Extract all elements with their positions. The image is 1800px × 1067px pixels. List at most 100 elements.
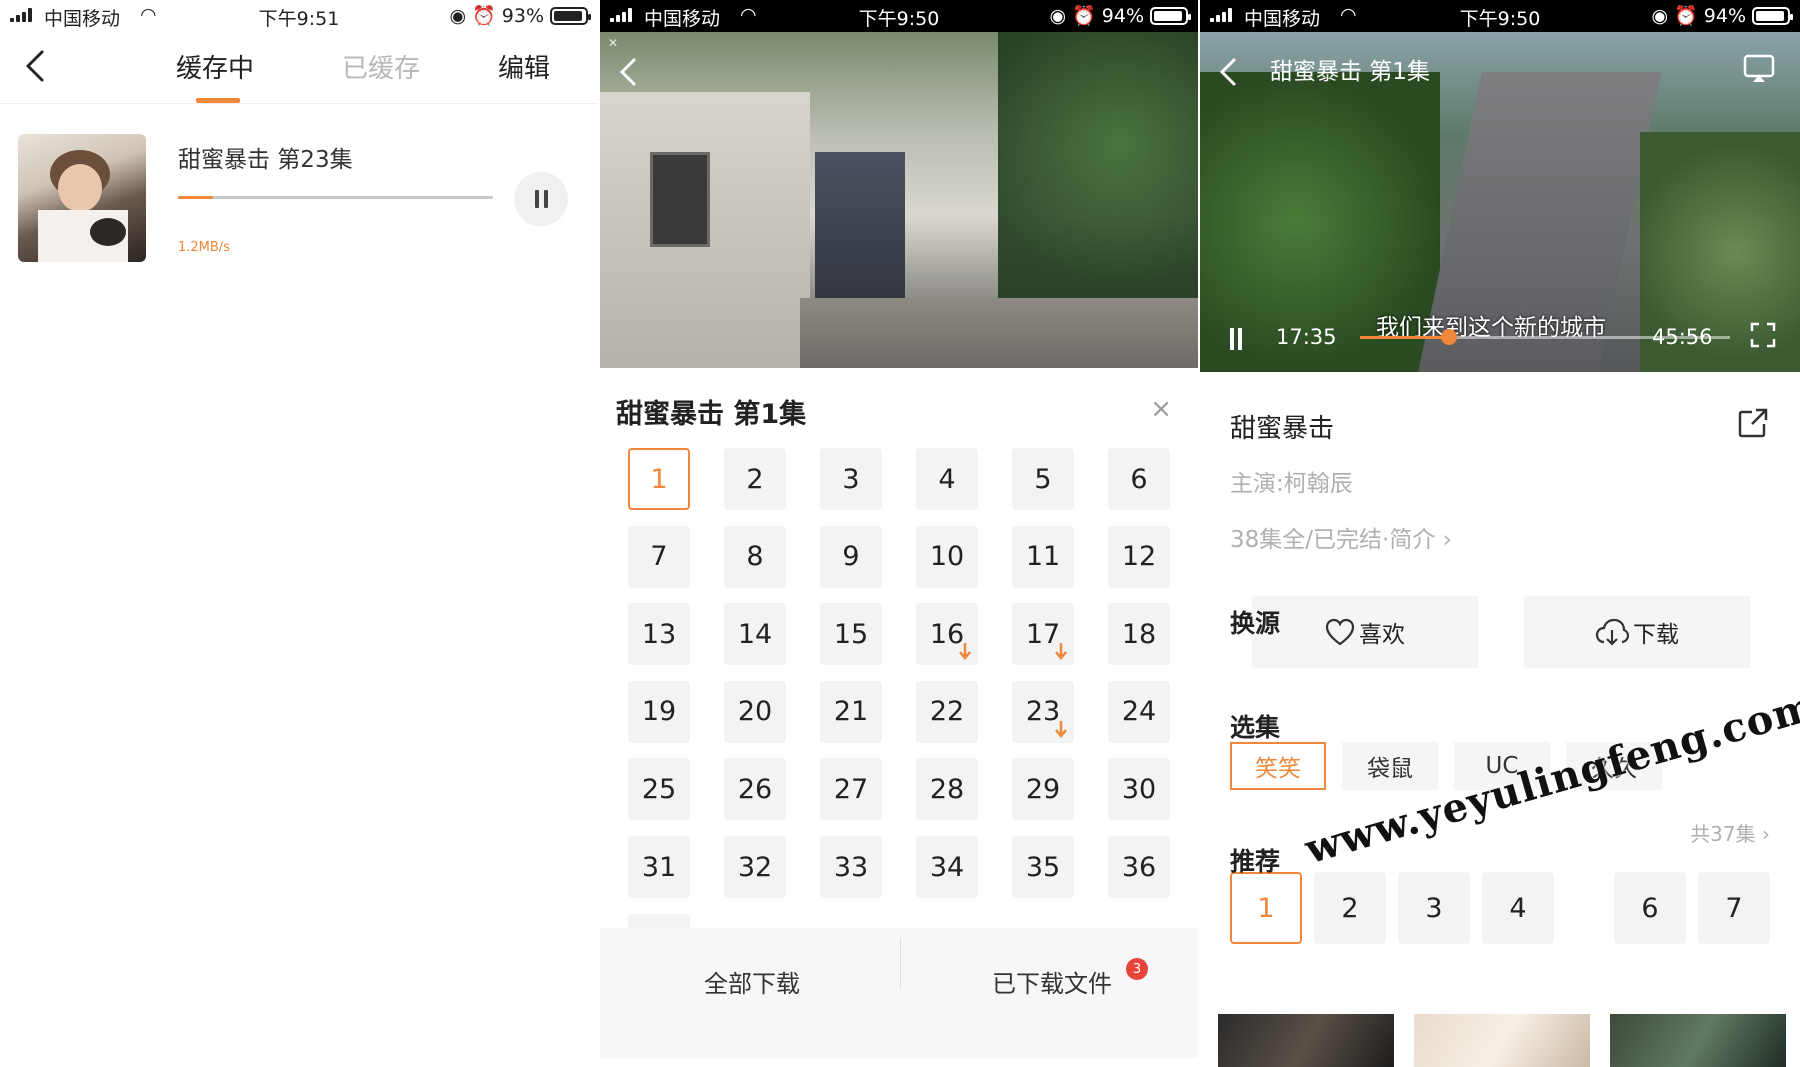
cast-text: 主演:柯翰辰	[1230, 471, 1353, 497]
download-all-button[interactable]: 全部下载	[704, 964, 800, 999]
fullscreen-icon[interactable]	[1750, 322, 1776, 348]
total-time: 45:56	[1652, 325, 1713, 349]
episode-cell[interactable]: 25	[628, 758, 690, 821]
show-title: 甜蜜暴击	[1230, 414, 1335, 444]
heart-icon	[1325, 618, 1355, 646]
episode-cell[interactable]: 3	[820, 448, 882, 510]
episode-cell[interactable]: 2	[724, 448, 786, 510]
episode-cell[interactable]: 10	[916, 525, 978, 588]
episode-cell[interactable]: 31	[628, 836, 690, 898]
player-title: 甜蜜暴击 第1集	[1270, 59, 1430, 85]
top-nav: 缓存中 已缓存 编辑	[0, 32, 598, 104]
episode-cell[interactable]: 19	[628, 680, 690, 743]
rotation-lock-icon: ◉	[449, 4, 467, 27]
battery-icon	[1150, 6, 1191, 25]
episode-cell[interactable]: 5	[1012, 448, 1074, 510]
episode-cell[interactable]: 30	[1108, 758, 1170, 821]
episode-cell[interactable]: 32	[724, 836, 786, 898]
episode-cell[interactable]: 28	[916, 758, 978, 821]
alarm-icon: ⏰	[472, 5, 496, 27]
episode-cell[interactable]: 15	[820, 603, 882, 666]
downloading-arrow-icon	[959, 643, 971, 661]
episode-cell[interactable]: 34	[916, 836, 978, 898]
recommend-label: 推荐	[1230, 847, 1281, 876]
download-item[interactable]: 甜蜜暴击 第23集 1.2MB/s	[18, 134, 580, 262]
episode-chip[interactable]: 4	[1482, 872, 1554, 944]
pause-button[interactable]	[514, 172, 568, 226]
episode-cell[interactable]: 11	[1012, 525, 1074, 588]
episode-cell[interactable]: 21	[820, 680, 882, 743]
episode-cell[interactable]: 18	[1108, 603, 1170, 666]
episode-cell[interactable]: 14	[724, 603, 786, 666]
episode-label: 选集	[1230, 713, 1281, 742]
episode-chip[interactable]: 7	[1698, 872, 1770, 944]
episode-cell[interactable]: 9	[820, 525, 882, 588]
recommend-card[interactable]	[1414, 1014, 1590, 1067]
recommend-card[interactable]	[1218, 1014, 1394, 1067]
episode-cell[interactable]: 26	[724, 758, 786, 821]
episode-chip[interactable]: 1	[1230, 872, 1302, 944]
source-label: 换源	[1230, 609, 1281, 638]
edit-button[interactable]: 编辑	[498, 48, 550, 85]
all-episodes-link[interactable]: 共37集 ›	[1690, 818, 1770, 847]
battery-percent: 93%	[501, 4, 544, 27]
status-bar: 中国移动 ◠ 下午9:51 ◉ ⏰ 93%	[0, 0, 598, 32]
pause-icon[interactable]	[1230, 328, 1250, 350]
episode-cell[interactable]: 8	[724, 525, 786, 588]
rotation-lock-icon: ◉	[1049, 4, 1067, 27]
episode-cell[interactable]: 24	[1108, 680, 1170, 743]
episode-cell[interactable]: 20	[724, 680, 786, 743]
source-chip[interactable]: 笑笑	[1230, 742, 1326, 790]
cloud-download-icon	[1595, 618, 1629, 646]
back-icon[interactable]	[18, 46, 54, 86]
episode-cell[interactable]: 23	[1012, 680, 1074, 743]
episode-chip[interactable]: 3	[1398, 872, 1470, 944]
video-detail-screen: 中国移动 ◠ 下午9:50 ◉ ⏰ 94% 甜蜜暴击 第1集 我们来到这个新的城市 …	[1200, 0, 1800, 1067]
episode-cell[interactable]: 22	[916, 680, 978, 743]
back-icon[interactable]	[614, 54, 644, 90]
back-icon[interactable]	[1214, 54, 1244, 90]
battery-percent: 94%	[1101, 4, 1144, 27]
video-player[interactable]: 甜蜜暴击 第1集 我们来到这个新的城市 17:35 45:56	[1200, 32, 1800, 372]
episode-cell[interactable]: 4	[916, 448, 978, 510]
episode-cell[interactable]: 17	[1012, 603, 1074, 666]
episode-cell[interactable]: 1	[628, 448, 690, 510]
alarm-icon: ⏰	[1072, 5, 1096, 27]
downloading-screen: 中国移动 ◠ 下午9:51 ◉ ⏰ 93% 缓存中 已缓存 编辑 甜蜜暴击 第23集…	[0, 0, 598, 1067]
close-icon[interactable]: ×	[1150, 394, 1172, 424]
download-button[interactable]: 下载	[1524, 596, 1750, 668]
video-player[interactable]: ✕	[600, 32, 1198, 368]
episode-cell[interactable]: 33	[820, 836, 882, 898]
seek-handle[interactable]	[1440, 329, 1457, 345]
downloaded-files-button[interactable]: 已下载文件	[992, 964, 1112, 999]
episode-cell[interactable]: 29	[1012, 758, 1074, 821]
episode-cell[interactable]: 27	[820, 758, 882, 821]
like-label: 喜欢	[1359, 622, 1405, 648]
episode-chip[interactable]: 6	[1614, 872, 1686, 944]
tab-downloading[interactable]: 缓存中	[176, 48, 254, 85]
source-chip[interactable]: 袋鼠	[1342, 742, 1438, 790]
tab-indicator	[196, 98, 240, 103]
download-label: 下载	[1633, 622, 1679, 648]
share-icon[interactable]	[1736, 406, 1770, 440]
tab-downloaded[interactable]: 已缓存	[342, 48, 420, 85]
recommend-card[interactable]	[1610, 1014, 1786, 1067]
download-progress-bar	[178, 196, 493, 199]
bottom-action-bar: 全部下载 已下载文件 3	[600, 928, 1198, 1058]
current-time: 17:35	[1276, 325, 1337, 349]
app-logo-icon: ✕	[608, 36, 619, 50]
episode-chip[interactable]: 2	[1314, 872, 1386, 944]
episode-meta-link[interactable]: 38集全/已完结·简介 ›	[1230, 520, 1452, 554]
episode-cell[interactable]: 7	[628, 525, 690, 588]
episode-cell[interactable]: 16	[916, 603, 978, 666]
airplay-icon[interactable]	[1742, 52, 1776, 86]
episode-cell[interactable]: 36	[1108, 836, 1170, 898]
pause-icon	[534, 190, 539, 208]
episode-cell[interactable]: 13	[628, 603, 690, 666]
episode-cell[interactable]: 6	[1108, 448, 1170, 510]
battery-icon	[550, 6, 591, 25]
episode-cell[interactable]: 35	[1012, 836, 1074, 898]
episode-cell[interactable]: 12	[1108, 525, 1170, 588]
like-button[interactable]: 喜欢	[1252, 596, 1478, 668]
downloading-arrow-icon	[1055, 720, 1067, 738]
